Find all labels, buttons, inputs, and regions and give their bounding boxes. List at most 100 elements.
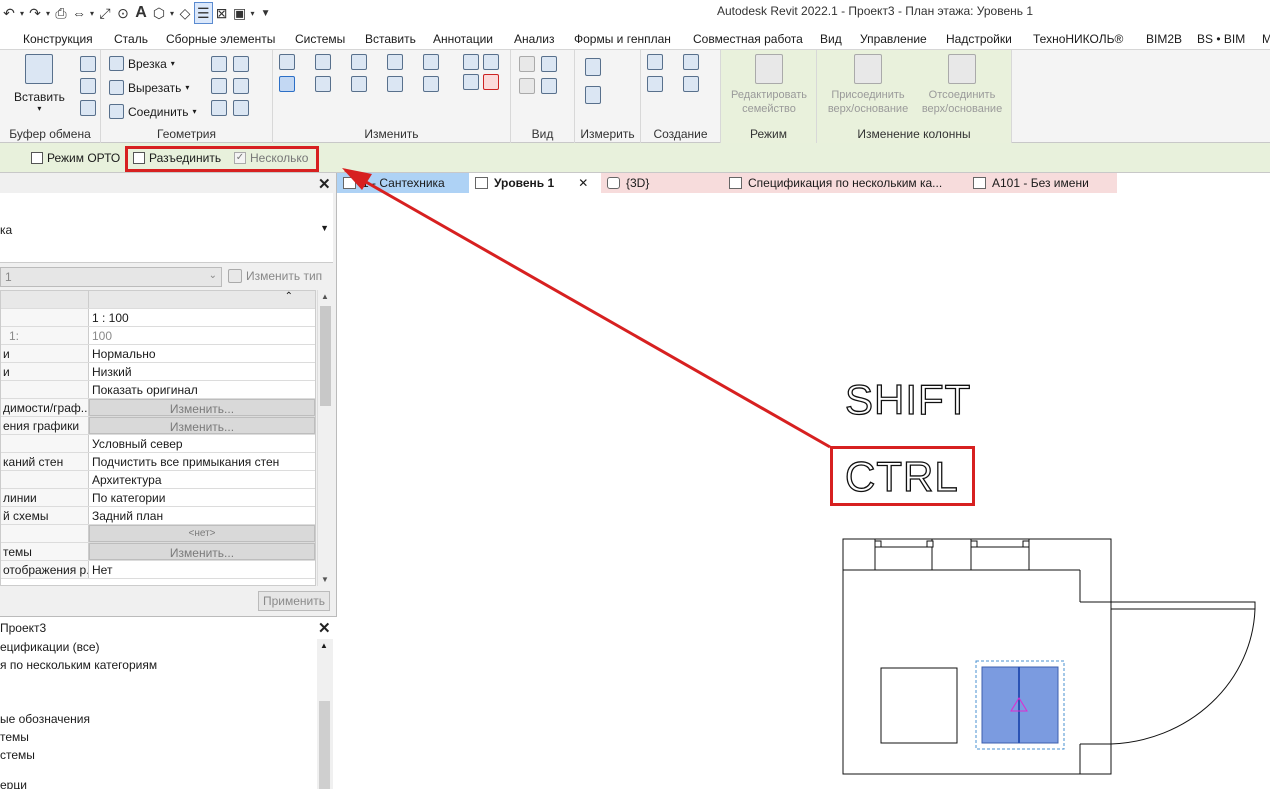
tab-collaborate[interactable]: Совместная работа [693,32,803,46]
table-row[interactable]: и Нормально [1,345,315,363]
edit-visibility-button[interactable]: Изменить... [89,399,315,416]
tab-massing[interactable]: Формы и генплан [574,32,671,46]
tab-schedule[interactable]: Спецификация по нескольким ка... [723,173,967,193]
thin-lines-icon[interactable]: ☰ [194,2,213,24]
tab-plumbing[interactable]: 1 - Сантехника [337,173,469,193]
delete-icon[interactable] [483,74,499,90]
light-bulb-icon[interactable] [519,56,535,72]
properties-scrollbar[interactable]: ▲ ▼ [317,290,333,586]
chevron-down-icon[interactable]: ▾ [168,2,176,24]
rotate-icon[interactable] [351,76,367,92]
tab-level-1[interactable]: Уровень 1 ✕ [469,173,601,193]
print-icon[interactable]: ⎙ [52,2,70,24]
apply-button[interactable]: Применить [258,591,330,611]
cope-button[interactable]: Врезка ▾ [109,56,175,71]
edit-profile-icon[interactable] [211,100,227,116]
table-row[interactable]: каний стен Подчистить все примыкания стен [1,453,315,471]
dimension-icon[interactable] [585,86,601,104]
tab-addins[interactable]: Надстройки [946,32,1012,46]
tab-precast[interactable]: Сборные элементы [166,32,275,46]
scrollbar-thumb[interactable] [319,701,330,789]
tab-systems[interactable]: Системы [295,32,345,46]
mirror-axis-icon[interactable] [351,54,367,70]
array-icon[interactable] [423,76,439,92]
close-icon[interactable]: ✕ [318,619,331,637]
list-item[interactable]: я по нескольким категориям [0,658,157,672]
close-icon[interactable]: ✕ [578,176,588,190]
instance-filter-dropdown[interactable]: 1 ⌄ [0,267,222,287]
close-icon[interactable]: ✕ [318,175,331,193]
table-row[interactable]: линии По категории [1,489,315,507]
copy-icon[interactable] [80,78,96,94]
chevron-down-icon[interactable]: ▾ [249,2,257,24]
table-row[interactable]: и Низкий [1,363,315,381]
properties-group-header[interactable]: ⌃ [1,291,315,309]
table-row[interactable]: ения графики Изменить... [1,417,315,435]
list-item[interactable]: стемы [0,748,35,762]
split-element-icon[interactable] [423,54,439,70]
switch-windows-icon[interactable]: ▣ [231,2,249,24]
collapse-icon[interactable]: ⌃ [285,291,293,302]
tab-bs-bim[interactable]: BS • BIM [1197,32,1245,46]
paste-button[interactable]: Вставить ▾ [14,54,65,113]
mirror-draw-icon[interactable] [387,54,403,70]
tab-technonicol[interactable]: ТехноНИКОЛЬ® [1033,32,1123,46]
detach-top-base-button[interactable]: Отсоединить верх/основание [917,54,1007,116]
list-item[interactable]: ые обозначения [0,712,90,726]
table-row[interactable]: <нет> [1,525,315,543]
tab-3d[interactable]: {3D} [601,173,723,193]
tab-steel[interactable]: Сталь [114,32,148,46]
create-assembly-icon[interactable] [647,76,663,92]
chevron-down-icon[interactable]: ▾ [44,2,52,24]
scrollbar-thumb[interactable] [320,306,331,406]
tag-icon[interactable]: ⊙ [114,2,132,24]
customize-qat-icon[interactable]: ▼ [261,2,271,24]
aligned-dimension-icon[interactable]: ⤢ [96,2,114,24]
browser-scrollbar[interactable]: ▲ [317,639,333,789]
none-button[interactable]: <нет> [89,525,315,542]
attach-top-base-button[interactable]: Присоединить верх/основание [823,54,913,116]
scroll-up-icon[interactable]: ▲ [321,292,329,301]
edit-type-button[interactable]: Изменить тип [228,269,322,283]
scale-icon[interactable] [463,54,479,70]
linework-icon[interactable] [541,78,557,94]
chevron-down-icon[interactable]: ▼ [320,223,329,233]
override-graphics-icon[interactable] [541,56,557,72]
cut-button[interactable]: Вырезать ▾ [109,80,189,95]
scissors-icon[interactable] [80,56,96,72]
tab-bim2b[interactable]: BIM2B [1146,32,1182,46]
trim-icon[interactable] [387,76,403,92]
tab-view[interactable]: Вид [820,32,842,46]
match-properties-icon[interactable] [80,100,96,116]
chevron-down-icon[interactable]: ▾ [18,2,26,24]
close-hidden-icon[interactable]: ⊠ [213,2,231,24]
table-row[interactable]: темы Изменить... [1,543,315,561]
pin-icon[interactable] [483,54,499,70]
tab-more[interactable]: М [1262,32,1270,46]
type-selector[interactable]: ка ▼ [0,193,333,263]
table-row[interactable]: Условный север [1,435,315,453]
measure-distance-icon[interactable] [585,58,601,76]
tab-construction[interactable]: Конструкция [23,32,93,46]
text-icon[interactable]: A [132,2,150,24]
table-row[interactable]: димости/граф... Изменить... [1,399,315,417]
table-row[interactable]: отображения р... Нет [1,561,315,579]
create-part-icon[interactable] [647,54,663,70]
join-button[interactable]: Соединить ▾ [109,104,197,119]
list-item[interactable]: темы [0,730,29,744]
align-icon[interactable] [279,54,295,70]
move-icon[interactable] [279,76,295,92]
3d-view-icon[interactable]: ⬡ [150,2,168,24]
edit-graphics-button[interactable]: Изменить... [89,417,315,434]
create-group-icon[interactable] [683,54,699,70]
table-row[interactable]: Архитектура [1,471,315,489]
tab-analyze[interactable]: Анализ [514,32,555,46]
tab-sheet[interactable]: А101 - Без имени [967,173,1117,193]
scroll-down-icon[interactable]: ▼ [321,575,329,584]
wall-joins-icon[interactable] [211,78,227,94]
chevron-down-icon[interactable]: ▾ [88,2,96,24]
demolish-icon[interactable] [233,78,249,94]
list-item[interactable]: ецификации (все) [0,640,100,654]
measure-icon[interactable]: ⇔ [70,2,88,24]
tab-manage[interactable]: Управление [860,32,927,46]
